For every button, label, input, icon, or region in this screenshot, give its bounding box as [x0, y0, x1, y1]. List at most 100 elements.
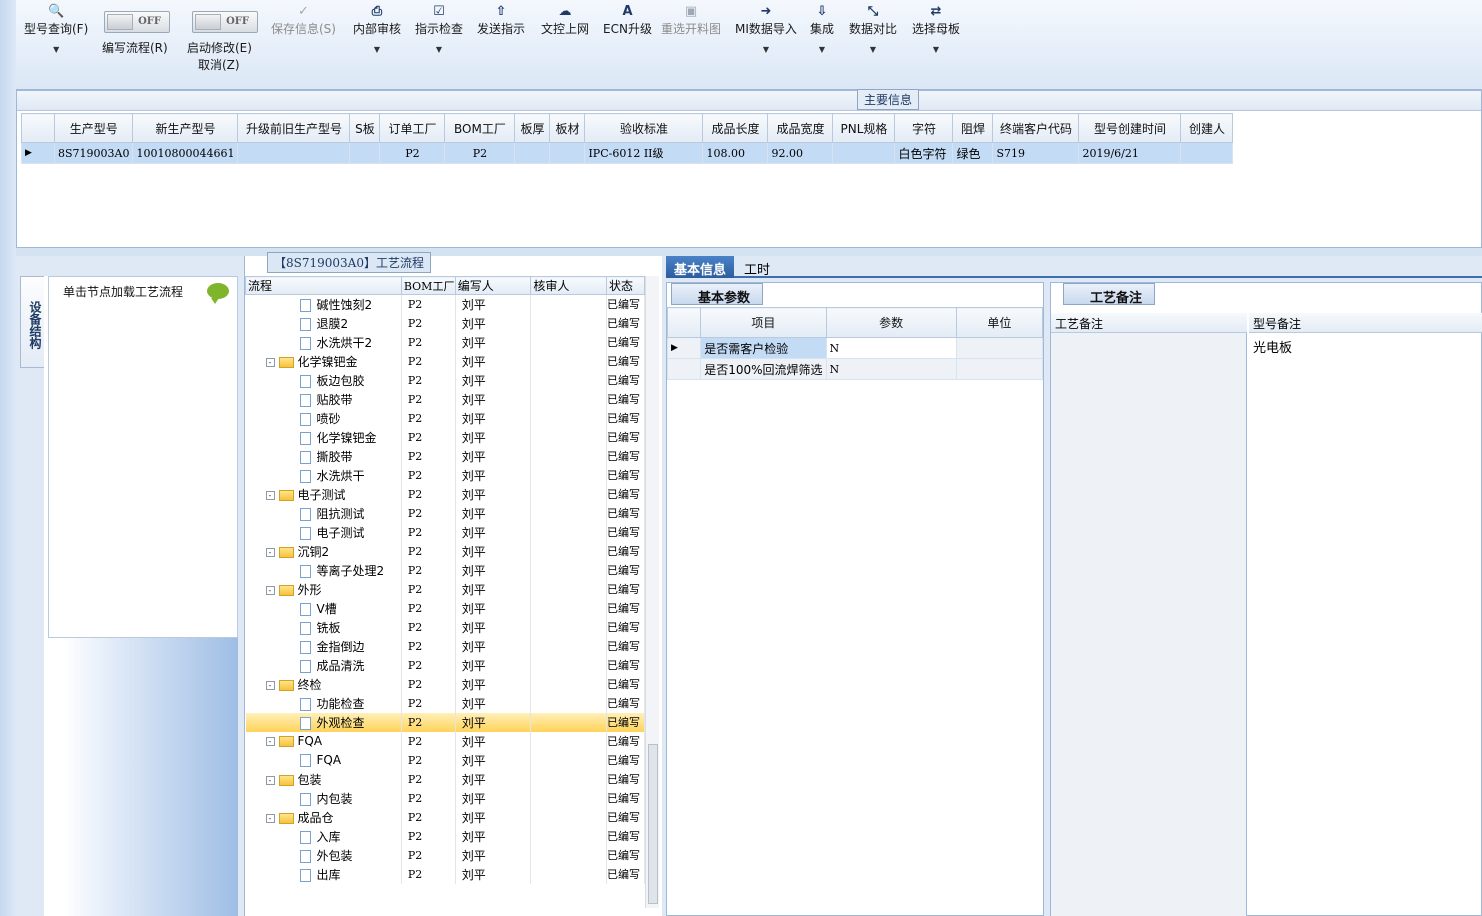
process-status[interactable]: 已编写: [606, 294, 646, 314]
process-note-field[interactable]: [1051, 333, 1247, 916]
process-writer[interactable]: 刘平: [455, 503, 532, 523]
process-writer[interactable]: 刘平: [455, 351, 532, 371]
process-factory[interactable]: P2: [401, 389, 456, 409]
table-row[interactable]: 是否100%回流焊筛选 N: [666, 358, 1044, 380]
table-row[interactable]: ▶ 8S719003A0 10010800044661 P2 P2 IPC-60…: [21, 142, 1234, 164]
process-writer[interactable]: 刘平: [455, 446, 532, 466]
list-item[interactable]: V槽 P2 刘平 已编写: [245, 598, 646, 618]
process-writer[interactable]: 刘平: [455, 313, 532, 333]
collapse-icon[interactable]: -: [265, 680, 275, 690]
process-writer[interactable]: 刘平: [455, 370, 532, 390]
process-reviewer[interactable]: [530, 522, 607, 542]
process-reviewer[interactable]: [530, 674, 607, 694]
select-master-button[interactable]: ⇄ 选择母板 ▼: [912, 4, 960, 54]
col-header[interactable]: 编写人: [454, 276, 532, 295]
list-item[interactable]: 出库 P2 刘平 已编写: [245, 864, 646, 884]
instruction-check-button[interactable]: ☑ 指示检查 ▼: [415, 4, 463, 54]
table-row[interactable]: ▶ 是否需客户检验 N: [666, 337, 1044, 359]
process-writer[interactable]: 刘平: [455, 579, 532, 599]
process-writer[interactable]: 刘平: [455, 541, 532, 561]
process-reviewer[interactable]: [530, 731, 607, 751]
process-status[interactable]: 已编写: [606, 636, 646, 656]
list-item[interactable]: 外包装 P2 刘平 已编写: [245, 845, 646, 865]
process-status[interactable]: 已编写: [606, 522, 646, 542]
process-reviewer[interactable]: [530, 655, 607, 675]
list-item[interactable]: 阻抗测试 P2 刘平 已编写: [245, 503, 646, 523]
process-factory[interactable]: P2: [401, 465, 456, 485]
process-reviewer[interactable]: [530, 370, 607, 390]
process-reviewer[interactable]: [530, 332, 607, 352]
process-factory[interactable]: P2: [401, 522, 456, 542]
col-header[interactable]: 生产型号: [53, 113, 134, 143]
col-header[interactable]: 终端客户代码: [992, 113, 1080, 143]
col-header[interactable]: 成品宽度: [767, 113, 834, 143]
process-reviewer[interactable]: [530, 864, 607, 884]
tab-basic-info[interactable]: 基本信息: [666, 256, 735, 278]
doc-online-button[interactable]: ☁ 文控上网: [541, 4, 589, 37]
process-factory[interactable]: P2: [401, 332, 456, 352]
process-writer[interactable]: 刘平: [455, 845, 532, 865]
process-writer[interactable]: 刘平: [455, 826, 532, 846]
process-factory[interactable]: P2: [401, 579, 456, 599]
process-status[interactable]: 已编写: [606, 503, 646, 523]
list-item[interactable]: 板边包胶 P2 刘平 已编写: [245, 370, 646, 390]
process-reviewer[interactable]: [530, 636, 607, 656]
process-factory[interactable]: P2: [401, 845, 456, 865]
process-scrollbar[interactable]: [645, 276, 659, 908]
col-header[interactable]: 验收标准: [584, 113, 704, 143]
col-header[interactable]: 型号创建时间: [1078, 113, 1182, 143]
reselect-cut-button[interactable]: ▣ 重选开料图: [661, 4, 721, 37]
list-item[interactable]: - 外形 P2 刘平 已编写: [245, 579, 646, 599]
process-status[interactable]: 已编写: [606, 807, 646, 827]
process-status[interactable]: 已编写: [606, 750, 646, 770]
col-header[interactable]: 成品长度: [702, 113, 769, 143]
process-factory[interactable]: P2: [401, 294, 456, 314]
process-reviewer[interactable]: [530, 598, 607, 618]
process-writer[interactable]: 刘平: [455, 712, 532, 732]
process-factory[interactable]: P2: [401, 712, 456, 732]
process-reviewer[interactable]: [530, 389, 607, 409]
process-reviewer[interactable]: [530, 427, 607, 447]
process-status[interactable]: 已编写: [606, 617, 646, 637]
process-status[interactable]: 已编写: [606, 731, 646, 751]
collapse-icon[interactable]: -: [265, 357, 275, 367]
process-writer[interactable]: 刘平: [455, 560, 532, 580]
process-reviewer[interactable]: [530, 693, 607, 713]
col-header[interactable]: 单位: [955, 307, 1044, 338]
list-item[interactable]: 碱性蚀刻2 P2 刘平 已编写: [245, 294, 646, 314]
list-item[interactable]: - 成品仓 P2 刘平 已编写: [245, 807, 646, 827]
process-factory[interactable]: P2: [401, 731, 456, 751]
process-status[interactable]: 已编写: [606, 769, 646, 789]
collapse-icon[interactable]: -: [265, 547, 275, 557]
list-item[interactable]: 铣板 P2 刘平 已编写: [245, 617, 646, 637]
process-status[interactable]: 已编写: [606, 370, 646, 390]
process-reviewer[interactable]: [530, 313, 607, 333]
process-reviewer[interactable]: [530, 750, 607, 770]
process-status[interactable]: 已编写: [606, 560, 646, 580]
process-factory[interactable]: P2: [401, 826, 456, 846]
col-header[interactable]: 订单工厂: [379, 113, 446, 143]
col-header[interactable]: 板厚: [514, 113, 551, 143]
process-writer[interactable]: 刘平: [455, 674, 532, 694]
process-status[interactable]: 已编写: [606, 788, 646, 808]
process-writer[interactable]: 刘平: [455, 617, 532, 637]
process-status[interactable]: 已编写: [606, 332, 646, 352]
list-item[interactable]: 入库 P2 刘平 已编写: [245, 826, 646, 846]
process-factory[interactable]: P2: [401, 313, 456, 333]
list-item[interactable]: FQA P2 刘平 已编写: [245, 750, 646, 770]
process-writer[interactable]: 刘平: [455, 484, 532, 504]
list-item[interactable]: - 电子测试 P2 刘平 已编写: [245, 484, 646, 504]
process-status[interactable]: 已编写: [606, 655, 646, 675]
col-header[interactable]: 流程: [245, 276, 402, 295]
process-reviewer[interactable]: [530, 712, 607, 732]
process-factory[interactable]: P2: [401, 769, 456, 789]
process-status[interactable]: 已编写: [606, 484, 646, 504]
process-factory[interactable]: P2: [401, 788, 456, 808]
process-reviewer[interactable]: [530, 484, 607, 504]
process-factory[interactable]: P2: [401, 484, 456, 504]
col-header[interactable]: BOM工厂: [400, 276, 456, 295]
process-reviewer[interactable]: [530, 769, 607, 789]
list-item[interactable]: 内包装 P2 刘平 已编写: [245, 788, 646, 808]
process-writer[interactable]: 刘平: [455, 294, 532, 314]
col-header[interactable]: PNL规格: [832, 113, 896, 143]
